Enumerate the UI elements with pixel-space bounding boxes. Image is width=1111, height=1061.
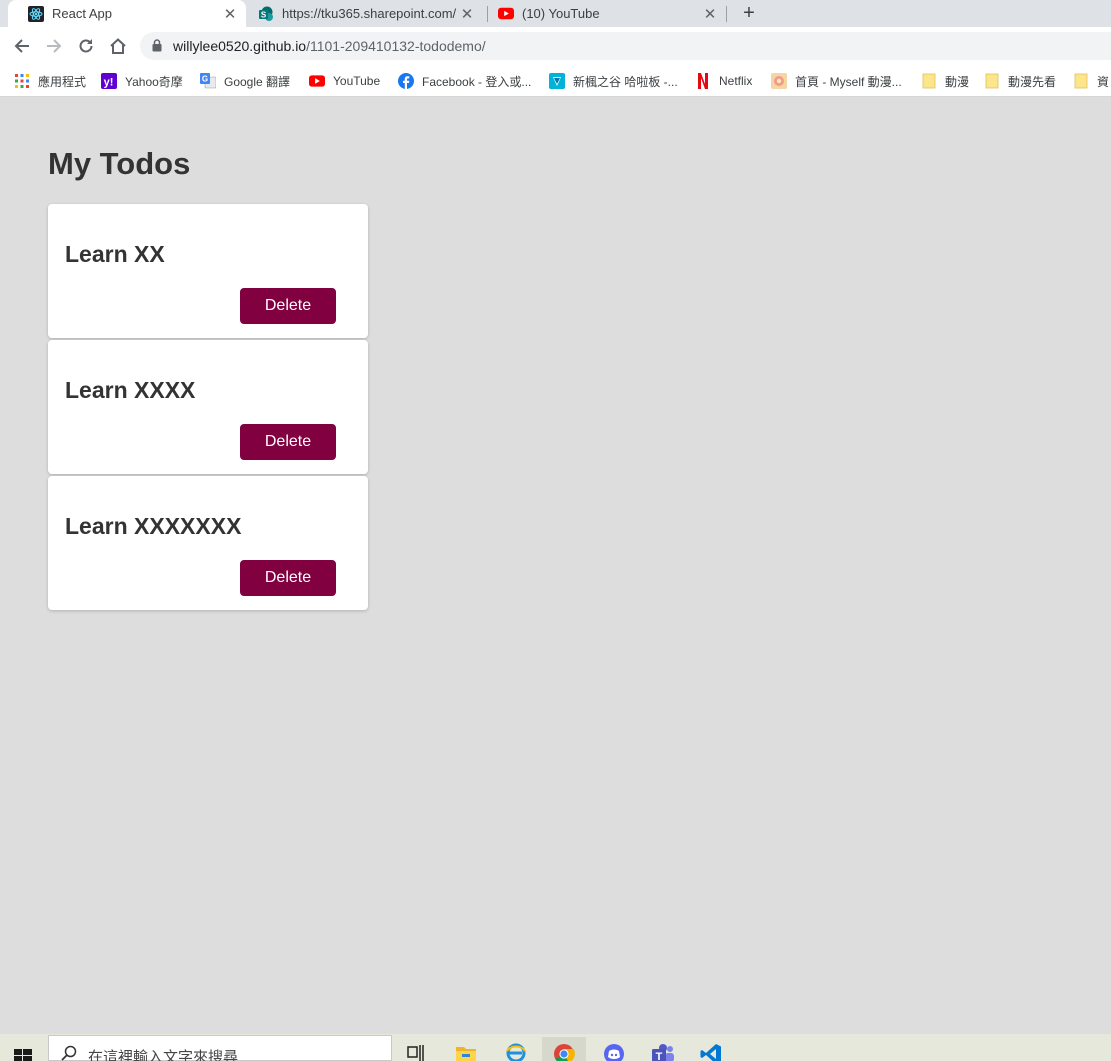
bookmark-google-translate[interactable]: G Google 翻譯 (200, 71, 290, 91)
bookmark-label: Netflix (719, 74, 753, 88)
taskbar-search-box[interactable]: 在這裡輸入文字來搜尋 (48, 1035, 392, 1061)
search-icon (61, 1045, 77, 1061)
folder-icon (921, 73, 937, 89)
sharepoint-icon: S (258, 6, 274, 22)
back-button[interactable] (11, 35, 33, 57)
arrow-right-icon (47, 39, 62, 53)
chrome-icon (554, 1044, 575, 1061)
task-view-icon (407, 1045, 424, 1061)
home-icon (110, 38, 126, 54)
apps-grid-icon (14, 73, 30, 89)
url-text: willylee0520.github.io/1101-209410132-to… (173, 38, 486, 54)
delete-button[interactable]: Delete (240, 560, 336, 596)
file-explorer-icon (456, 1047, 476, 1061)
bookmark-label: 首頁 - Myself 動漫... (795, 74, 902, 89)
address-bar[interactable]: willylee0520.github.io/1101-209410132-to… (140, 32, 1111, 60)
taskbar-edge[interactable] (494, 1037, 538, 1061)
tab-title: React App (52, 6, 112, 21)
tab-youtube[interactable]: (10) YouTube ✕ (488, 0, 726, 27)
discord-icon (604, 1044, 624, 1061)
taskbar-teams[interactable]: T (641, 1037, 685, 1061)
svg-text:T: T (656, 1051, 663, 1061)
bookmark-label: Yahoo奇摩 (125, 74, 183, 89)
reload-icon (79, 39, 93, 53)
svg-text:y!: y! (104, 77, 114, 89)
myself-icon (771, 73, 787, 89)
todo-card: Learn XXXX Delete (48, 340, 368, 474)
windows-taskbar: 在這裡輸入文字來搜尋 T (0, 1034, 1111, 1061)
reload-button[interactable] (75, 35, 97, 57)
tab-title: https://tku365.sharepoint.com/ (282, 6, 457, 21)
bookmark-label: 新楓之谷 哈啦板 -... (573, 74, 678, 89)
bookmark-label: Facebook - 登入或... (422, 74, 532, 89)
todo-text: Learn XXXX (65, 377, 196, 403)
netflix-icon (695, 73, 711, 89)
forward-button[interactable] (43, 35, 65, 57)
bookmark-label: 動漫先看 (1008, 74, 1057, 89)
search-placeholder: 在這裡輸入文字來搜尋 (88, 1049, 239, 1061)
edge-icon (506, 1043, 526, 1061)
bahamut-icon (549, 73, 565, 89)
todo-card: Learn XXXXXXX Delete (48, 476, 368, 610)
delete-button[interactable]: Delete (240, 288, 336, 324)
todo-card: Learn XX Delete (48, 204, 368, 338)
bookmark-folder-anime-preview[interactable]: 動漫先看 (984, 71, 1056, 91)
todo-text: Learn XXXXXXX (65, 513, 242, 539)
lock-icon (152, 39, 162, 52)
home-button[interactable] (107, 35, 129, 57)
youtube-icon (309, 73, 325, 89)
bookmark-myself[interactable]: 首頁 - Myself 動漫... (771, 71, 902, 91)
taskbar-vscode[interactable] (689, 1037, 733, 1061)
bookmark-label: 動漫 (945, 74, 970, 89)
taskbar-file-explorer[interactable] (444, 1037, 488, 1061)
folder-icon (1073, 73, 1089, 89)
bookmark-label: YouTube (333, 74, 381, 88)
new-tab-button[interactable]: + (738, 2, 760, 24)
yahoo-icon: y! (101, 73, 117, 89)
bookmark-facebook[interactable]: Facebook - 登入或... (398, 71, 531, 91)
bookmark-folder-anime[interactable]: 動漫 (921, 71, 969, 91)
close-tab-icon[interactable]: ✕ (222, 6, 238, 23)
bookmark-label: Google 翻譯 (224, 74, 291, 89)
arrow-left-icon (14, 39, 29, 53)
taskbar-chrome[interactable] (542, 1037, 586, 1061)
bookmark-maplestory-forum[interactable]: 新楓之谷 哈啦板 -... (549, 71, 678, 91)
tab-sharepoint[interactable]: S https://tku365.sharepoint.com/ ✕ (248, 0, 483, 27)
bookmarks-bar: 應用程式 y! Yahoo奇摩 G Google 翻譯 YouTube Face… (0, 65, 1111, 97)
url-path: /1101-209410132-tododemo/ (306, 38, 486, 54)
tab-divider (726, 6, 727, 22)
browser-toolbar: willylee0520.github.io/1101-209410132-to… (0, 27, 1111, 65)
taskbar-task-view[interactable] (394, 1037, 438, 1061)
delete-button[interactable]: Delete (240, 424, 336, 460)
bookmark-yahoo[interactable]: y! Yahoo奇摩 (101, 71, 183, 91)
tab-title: (10) YouTube (522, 6, 600, 21)
react-icon (28, 5, 44, 22)
taskbar-discord[interactable] (592, 1037, 636, 1061)
facebook-icon (398, 73, 414, 89)
teams-icon: T (652, 1044, 674, 1061)
tab-react-app[interactable]: React App ✕ (8, 0, 246, 27)
svg-text:S: S (261, 10, 267, 19)
close-tab-icon[interactable]: ✕ (459, 6, 475, 23)
close-tab-icon[interactable]: ✕ (702, 6, 718, 23)
svg-text:G: G (202, 75, 208, 84)
page-title: My Todos (48, 146, 191, 181)
bookmark-netflix[interactable]: Netflix (695, 71, 752, 91)
start-button[interactable] (14, 1046, 36, 1061)
windows-logo-icon (14, 1049, 32, 1061)
vscode-icon (700, 1044, 721, 1061)
folder-icon (984, 73, 1000, 89)
url-host: willylee0520.github.io (173, 38, 307, 54)
browser-tab-strip: React App ✕ S https://tku365.sharepoint.… (0, 0, 1111, 27)
bookmark-youtube[interactable]: YouTube (309, 71, 380, 91)
bookmark-label: 應用程式 (38, 74, 87, 89)
bookmark-folder-data[interactable]: 資 (1073, 71, 1109, 91)
youtube-icon (498, 6, 514, 22)
bookmark-label: 資 (1097, 74, 1110, 89)
bookmark-apps[interactable]: 應用程式 (14, 71, 86, 91)
google-translate-icon: G (200, 73, 216, 89)
todo-text: Learn XX (65, 241, 165, 267)
